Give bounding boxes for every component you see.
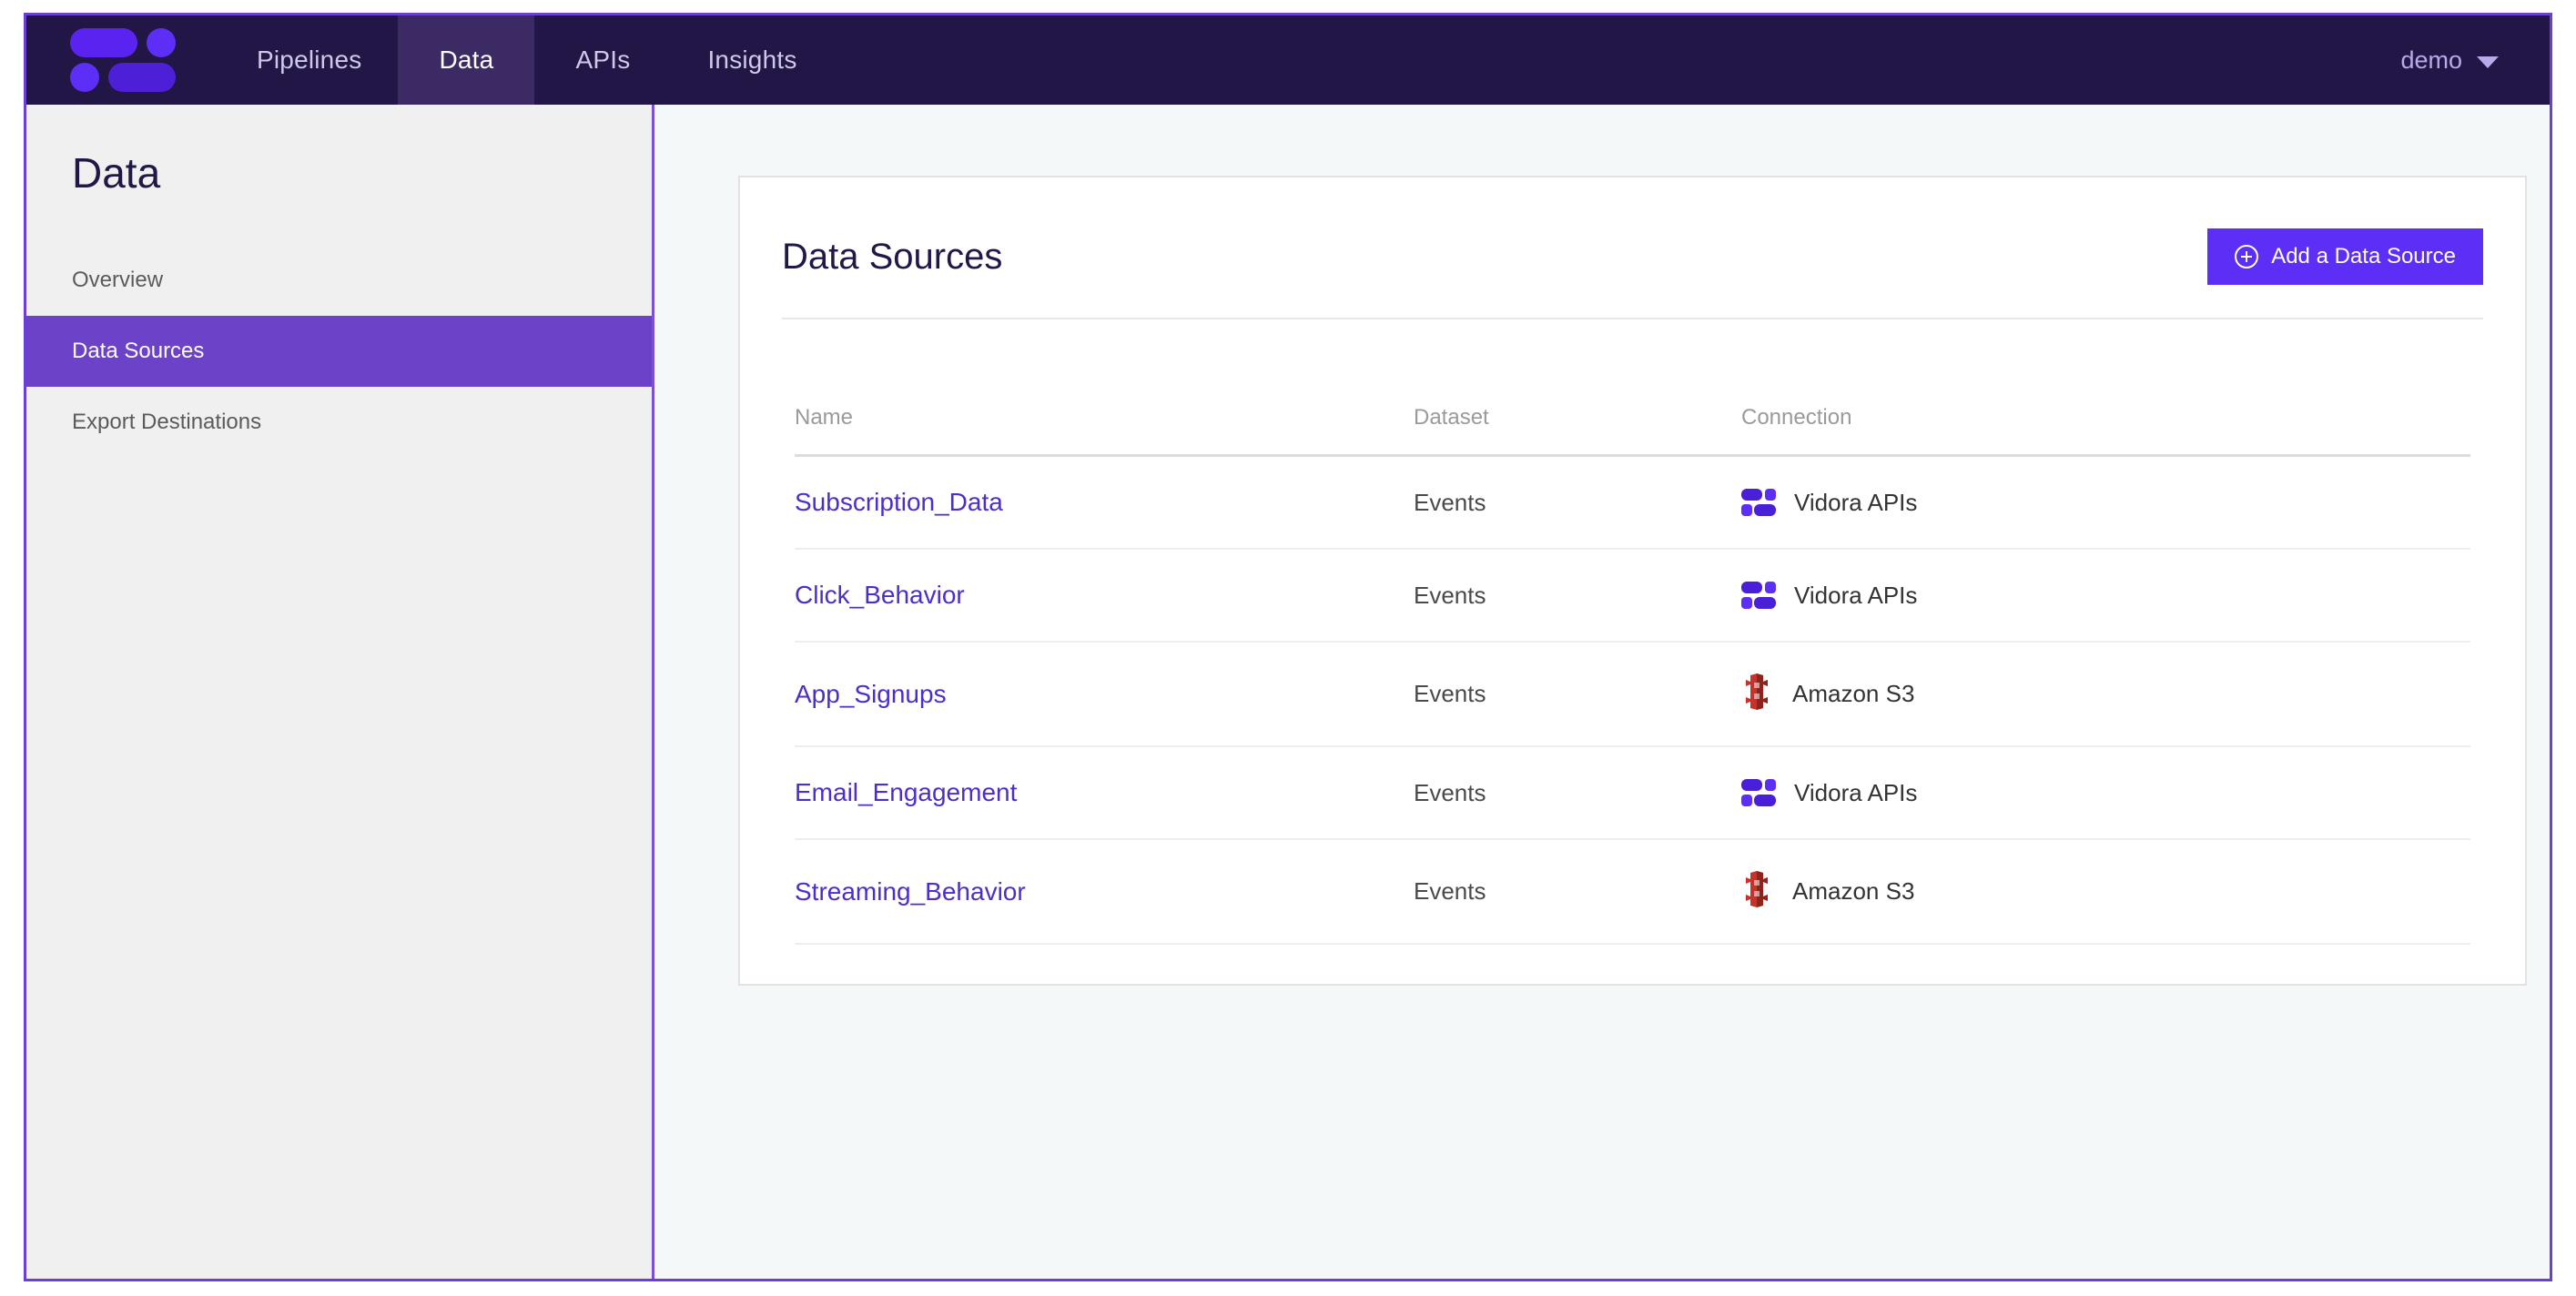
app-window: Pipelines Data APIs Insights demo Data O… [24,13,2552,1281]
dataset-label: Events [1414,581,1486,609]
cell-name: App_Signups [795,642,1414,747]
connection-label: Vidora APIs [1794,488,1918,516]
nav-tab-insights[interactable]: Insights [671,15,833,105]
table-row[interactable]: Click_Behavior Events Vidora APIs [795,549,2470,643]
data-source-link[interactable]: Streaming_Behavior [795,877,1026,906]
logo-shape-pill-bottom [108,63,176,92]
nav-tab-apis[interactable]: APIs [534,15,671,105]
main-content: Data Sources Add a Data Source Name Data… [654,105,2550,1279]
nav-tab-label: Data [439,46,494,74]
column-header-name: Name [795,405,1414,457]
logo-shape-circle-bottom [70,63,99,92]
connection-cell: Vidora APIs [1741,779,2470,807]
sidebar-item-label: Data Sources [72,339,205,363]
data-sources-table: Name Dataset Connection Subscription_Dat… [795,405,2470,945]
table-row[interactable]: Streaming_Behavior Events Amazon S3 [795,839,2470,945]
data-sources-card: Data Sources Add a Data Source Name Data… [738,176,2527,986]
table-row[interactable]: App_Signups Events Amazon S3 [795,642,2470,747]
nav-tab-label: APIs [575,46,631,74]
connection-label: Vidora APIs [1794,778,1918,806]
cell-dataset: Events [1414,746,1741,840]
cell-name: Streaming_Behavior [795,839,1414,945]
data-sources-table-wrap: Name Dataset Connection Subscription_Dat… [782,319,2483,945]
cell-connection: Vidora APIs [1741,549,2470,643]
sidebar-item-export-destinations[interactable]: Export Destinations [26,387,652,458]
table-body: Subscription_Data Events Vidora APIs Click_… [795,455,2470,945]
account-name-label: demo [2400,46,2462,74]
table-head: Name Dataset Connection [795,405,2470,457]
dataset-label: Events [1414,488,1486,516]
cell-dataset: Events [1414,642,1741,747]
dataset-label: Events [1414,680,1486,707]
sidebar-item-label: Export Destinations [72,410,262,434]
cell-dataset: Events [1414,455,1741,550]
connection-cell: Vidora APIs [1741,582,2470,610]
connection-label: Amazon S3 [1792,680,1915,707]
sidebar-item-label: Overview [72,268,164,292]
sidebar-title: Data [72,149,161,197]
card-header: Data Sources Add a Data Source [782,218,2483,319]
dataset-label: Events [1414,877,1486,905]
sidebar: Data Overview Data Sources Export Destin… [26,105,654,1279]
sidebar-item-data-sources[interactable]: Data Sources [26,316,652,387]
connection-cell: Amazon S3 [1741,871,2470,912]
table-row[interactable]: Subscription_Data Events Vidora APIs [795,455,2470,550]
table-header-row: Name Dataset Connection [795,405,2470,457]
vidora-logo-icon [70,28,179,92]
sidebar-item-overview[interactable]: Overview [26,245,652,316]
data-source-link[interactable]: App_Signups [795,680,947,708]
add-data-source-label: Add a Data Source [2271,244,2456,268]
cell-dataset: Events [1414,839,1741,945]
cell-connection: Vidora APIs [1741,746,2470,840]
data-source-link[interactable]: Subscription_Data [795,488,1003,516]
column-header-connection: Connection [1741,405,2470,457]
account-menu[interactable]: demo [2400,15,2550,105]
cell-dataset: Events [1414,549,1741,643]
nav-tab-label: Insights [707,46,797,74]
top-navbar: Pipelines Data APIs Insights demo [26,15,2550,105]
logo-shape-circle-top [147,28,176,57]
page-title: Data Sources [782,236,1003,277]
vidora-icon [1741,582,1776,609]
connection-label: Amazon S3 [1792,877,1915,905]
cell-connection: Amazon S3 [1741,642,2470,747]
nav-tab-pipelines[interactable]: Pipelines [220,15,398,105]
nav-tab-data[interactable]: Data [398,15,535,105]
cell-name: Click_Behavior [795,549,1414,643]
plus-circle-icon [2235,245,2259,268]
connection-label: Vidora APIs [1794,581,1918,609]
cell-name: Subscription_Data [795,455,1414,550]
data-source-link[interactable]: Click_Behavior [795,581,965,609]
cell-connection: Amazon S3 [1741,839,2470,945]
table-row[interactable]: Email_Engagement Events Vidora APIs [795,746,2470,840]
logo-shape-pill-top [70,28,137,57]
amazon-s3-icon [1741,673,1772,714]
nav-tab-label: Pipelines [257,46,362,74]
add-data-source-button[interactable]: Add a Data Source [2207,228,2483,285]
nav-tabs: Pipelines Data APIs Insights [220,15,834,105]
column-header-dataset: Dataset [1414,405,1741,457]
connection-cell: Amazon S3 [1741,673,2470,714]
data-source-link[interactable]: Email_Engagement [795,778,1017,806]
chevron-down-icon [2477,56,2499,68]
brand-logo[interactable] [26,15,220,105]
cell-connection: Vidora APIs [1741,455,2470,550]
amazon-s3-icon [1741,871,1772,912]
dataset-label: Events [1414,778,1486,806]
vidora-icon [1741,489,1776,516]
body-area: Data Overview Data Sources Export Destin… [26,105,2550,1279]
vidora-icon [1741,779,1776,806]
connection-cell: Vidora APIs [1741,489,2470,517]
cell-name: Email_Engagement [795,746,1414,840]
